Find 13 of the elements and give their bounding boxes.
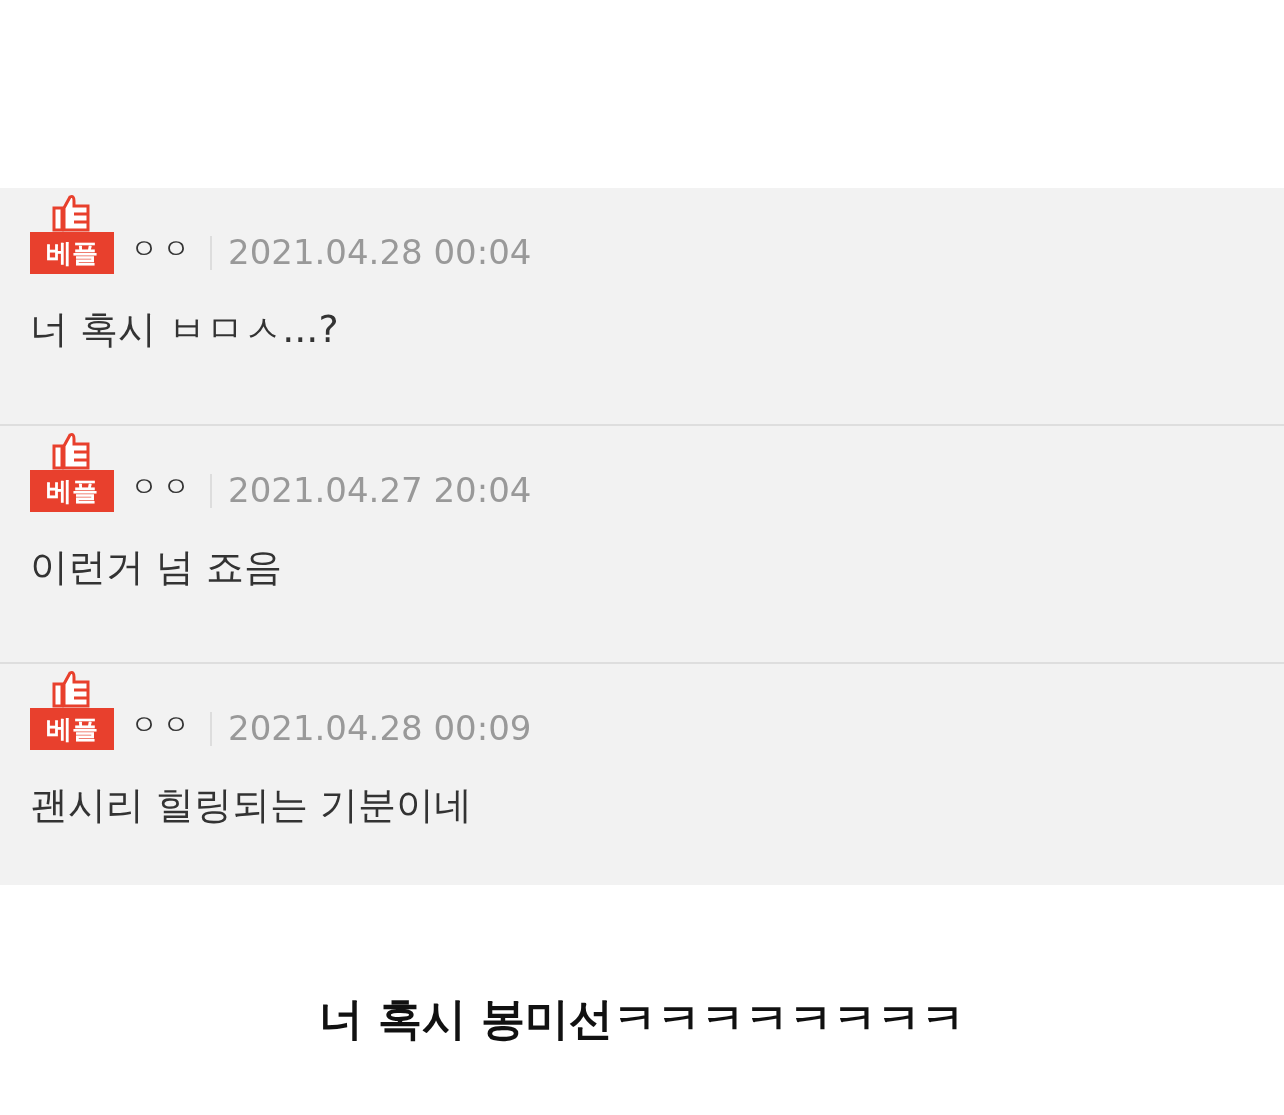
best-badge: 베플 [30,470,114,512]
best-badge: 베플 [30,708,114,750]
author-name: ㅇㅇ [130,469,194,505]
best-badge: 베플 [30,232,114,274]
comment-text: 괜시리 힐링되는 기분이네 [30,782,473,829]
comment-date: 2021.04.28 00:04 [228,232,532,272]
author-name: ㅇㅇ [130,707,194,743]
comment-date: 2021.04.27 20:04 [228,470,532,510]
caption: 너 혹시 봉미선ㅋㅋㅋㅋㅋㅋㅋㅋ [318,992,966,1046]
comment-date: 2021.04.28 00:09 [228,708,532,748]
author-name: ㅇㅇ [130,231,194,267]
comment-text: 너 혹시 ㅂㅁㅅ...? [30,306,339,353]
comment-text: 이런거 넘 죠음 [30,544,283,591]
